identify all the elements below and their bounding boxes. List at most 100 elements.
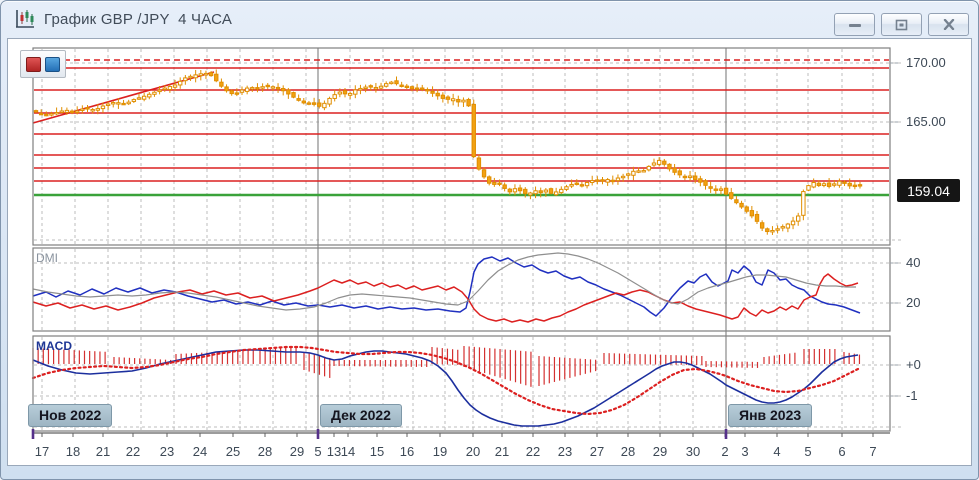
candle-body [81, 109, 84, 110]
candle-body [348, 93, 351, 95]
candle-body [122, 103, 125, 104]
candle-body [173, 85, 176, 87]
candle-body [807, 186, 810, 191]
dmi-pane [33, 248, 890, 331]
candle-body [591, 181, 594, 183]
chart-canvas[interactable] [0, 0, 979, 480]
candle-body [657, 160, 660, 164]
close-button[interactable] [928, 13, 969, 36]
candle-body [616, 178, 619, 181]
candle-body [513, 189, 516, 192]
candle-body [606, 180, 609, 183]
candle-body [730, 193, 733, 199]
candle-body [65, 110, 68, 112]
candle-body [771, 231, 774, 232]
candle-body [441, 95, 444, 98]
candle-body [843, 182, 846, 183]
candle-body [34, 111, 37, 112]
candle-body [575, 183, 578, 184]
candle-body [508, 189, 511, 192]
candle-body [518, 188, 521, 191]
candle-body [838, 181, 841, 185]
candle-body [292, 93, 295, 98]
candle-body [323, 103, 326, 107]
candle-body [400, 85, 403, 86]
window-controls [834, 13, 969, 36]
minimize-button[interactable] [834, 13, 875, 36]
candle-body [158, 90, 161, 91]
candle-body [663, 161, 666, 164]
candle-body [204, 73, 207, 74]
candle-body [694, 176, 697, 179]
candle-body [112, 103, 115, 104]
candle-body [534, 191, 537, 194]
candle-body [91, 110, 94, 111]
candle-body [359, 88, 362, 89]
candle-body [70, 111, 73, 112]
candle-body [215, 74, 218, 81]
candle-body [240, 90, 243, 92]
candle-body [410, 87, 413, 89]
candle-body [477, 158, 480, 169]
candle-body [688, 176, 691, 178]
candle-body [76, 111, 79, 112]
candle-body [668, 164, 671, 169]
candle-body [184, 78, 187, 81]
candle-body [755, 214, 758, 221]
candle-body [431, 91, 434, 93]
candle-body [812, 183, 815, 187]
candle-body [493, 183, 496, 185]
candle-body [45, 114, 48, 115]
candle-body [637, 171, 640, 172]
candle-body [446, 97, 449, 99]
candle-body [338, 92, 341, 94]
candle-body [704, 181, 707, 186]
candle-body [117, 103, 120, 104]
candle-body [740, 203, 743, 207]
candle-body [549, 189, 552, 194]
candle-body [853, 185, 856, 186]
candle-body [750, 211, 753, 216]
candle-body [760, 223, 763, 228]
minimize-icon [848, 20, 862, 30]
candle-body [560, 189, 563, 192]
candle-body [802, 192, 805, 216]
candle-body [153, 92, 156, 94]
candle-body [390, 82, 393, 83]
restore-icon [895, 19, 908, 31]
red-marker-button[interactable] [26, 57, 41, 72]
candle-body [369, 86, 372, 87]
candle-body [405, 86, 408, 87]
candle-body [822, 184, 825, 186]
candle-body [524, 189, 527, 193]
candle-body [714, 189, 717, 190]
candle-body [580, 185, 583, 186]
candle-body [786, 224, 789, 228]
blue-marker-button[interactable] [45, 57, 60, 72]
maximize-button[interactable] [881, 13, 922, 36]
candle-body [96, 109, 99, 111]
candle-body [472, 104, 475, 156]
candle-body [86, 108, 89, 109]
candle-body [817, 183, 820, 185]
candle-body [776, 229, 779, 230]
candle-body [554, 192, 557, 195]
chart-window: DMI MACD Нов 2022 Дек 2022 Янв 2023 159.… [0, 0, 979, 480]
candle-body [632, 171, 635, 175]
macd-pane [33, 336, 890, 431]
candle-body [132, 100, 135, 102]
candle-body [421, 88, 424, 89]
candle-body [709, 187, 712, 189]
candle-body [50, 114, 53, 115]
candle-body [673, 168, 676, 172]
candle-body [302, 101, 305, 103]
candle-body [529, 193, 532, 195]
candle-body [596, 180, 599, 181]
candle-body [179, 81, 182, 85]
candle-body [194, 75, 197, 78]
candle-body [724, 188, 727, 194]
titlebar[interactable]: График GBP /JPY 4 ЧАСА [0, 0, 979, 38]
candle-body [627, 174, 630, 175]
candle-body [699, 179, 702, 182]
candle-body [482, 170, 485, 177]
